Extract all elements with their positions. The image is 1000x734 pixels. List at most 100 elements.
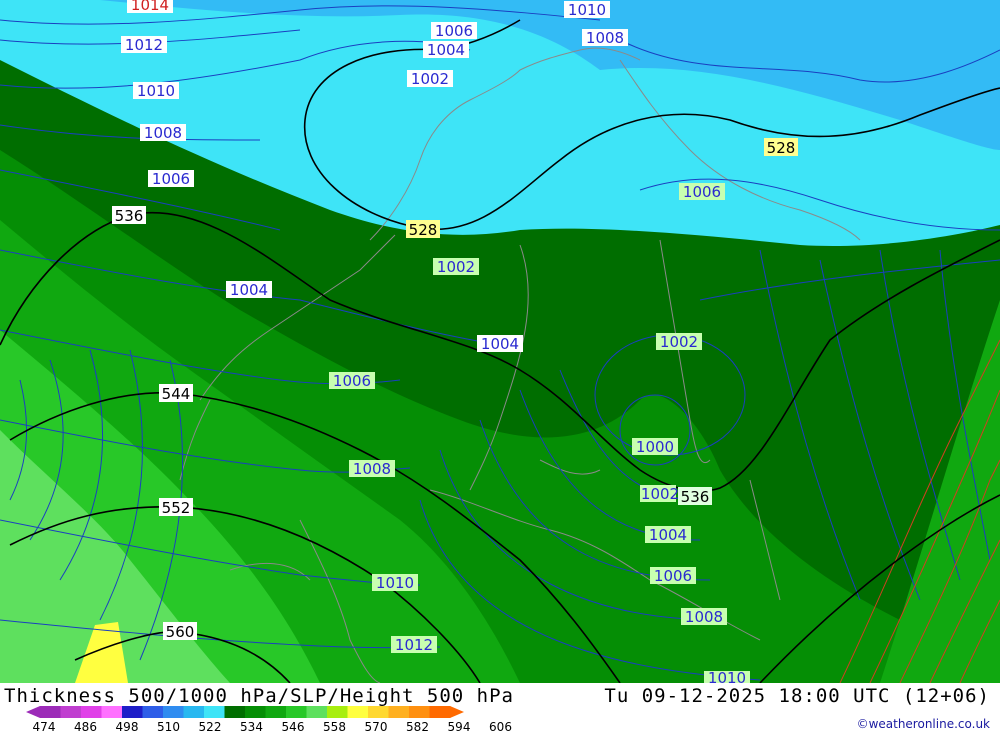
slp-label: 1010 (372, 574, 418, 592)
scale-tick-label: 486 (74, 720, 97, 734)
slp-label: 1002 (640, 485, 679, 503)
scale-arrow-right (450, 706, 464, 718)
svg-text:1012: 1012 (125, 36, 163, 54)
svg-text:1004: 1004 (230, 281, 268, 299)
scale-tick-label: 570 (364, 720, 388, 734)
scale-tick-label: 558 (323, 720, 346, 734)
slp-label: 1008 (681, 608, 727, 626)
slp-label: 1014 (127, 0, 173, 14)
scale-swatch (429, 706, 451, 718)
slp-label: 1004 (645, 526, 691, 544)
svg-text:1004: 1004 (649, 526, 687, 544)
svg-text:1006: 1006 (152, 170, 190, 188)
svg-text:1010: 1010 (708, 669, 746, 683)
svg-text:536: 536 (681, 488, 710, 506)
slp-label: 1008 (582, 29, 628, 47)
thickness-label-536a: 536 (112, 206, 146, 225)
scale-swatch (388, 706, 410, 718)
svg-text:1008: 1008 (144, 124, 182, 142)
scale-swatch (81, 706, 102, 718)
svg-text:1004: 1004 (481, 335, 519, 353)
svg-text:1010: 1010 (376, 574, 414, 592)
svg-text:1002: 1002 (660, 333, 698, 351)
svg-text:1008: 1008 (353, 460, 391, 478)
slp-label: 1002 (656, 333, 702, 351)
scale-swatch (101, 706, 123, 718)
scale-tick-label: 534 (240, 720, 263, 734)
slp-label: 1000 (632, 438, 678, 456)
scale-swatch (368, 706, 389, 718)
svg-text:528: 528 (409, 221, 438, 239)
scale-swatch (163, 706, 184, 718)
svg-text:560: 560 (166, 623, 195, 641)
svg-text:1002: 1002 (411, 70, 449, 88)
scale-swatch (286, 706, 307, 718)
slp-label: 1004 (477, 335, 523, 353)
slp-label: 1006 (329, 372, 375, 390)
scale-swatch (122, 706, 143, 718)
slp-label: 1002 (433, 258, 479, 276)
slp-label: 1006 (148, 170, 194, 188)
scale-tick-label: 498 (115, 720, 139, 734)
svg-text:1008: 1008 (586, 29, 624, 47)
svg-text:1000: 1000 (636, 438, 674, 456)
footer: Thickness 500/1000 hPa/SLP/Height 500 hP… (0, 683, 1000, 734)
slp-label: 1010 (564, 1, 610, 19)
scale-swatch (142, 706, 164, 718)
thickness-label-544: 544 (159, 384, 193, 403)
scale-arrow-left (26, 706, 40, 718)
slp-label: 1004 (226, 281, 272, 299)
scale-swatch (224, 706, 246, 718)
svg-text:1006: 1006 (333, 372, 371, 390)
credit-link[interactable]: ©weatheronline.co.uk (857, 717, 990, 731)
slp-label: 1006 (679, 183, 725, 201)
scale-swatch (245, 706, 266, 718)
svg-text:552: 552 (162, 499, 191, 517)
svg-text:1008: 1008 (685, 608, 723, 626)
scale-tick-label: 510 (157, 720, 180, 734)
svg-text:528: 528 (767, 139, 796, 157)
scale-tick-label: 522 (198, 720, 222, 734)
svg-text:1002: 1002 (641, 485, 679, 503)
slp-label: 1002 (407, 70, 453, 88)
slp-label: 1012 (391, 636, 437, 654)
scale-swatch (204, 706, 225, 718)
thickness-label-528a: 528 (406, 220, 440, 239)
scale-tick-label: 546 (281, 720, 305, 734)
scale-swatch (265, 706, 287, 718)
scale-swatch (183, 706, 205, 718)
map-title: Thickness 500/1000 hPa/SLP/Height 500 hP… (4, 685, 514, 707)
thickness-label-560: 560 (163, 622, 197, 641)
scale-tick-label: 474 (32, 720, 56, 734)
svg-text:1006: 1006 (654, 567, 692, 585)
svg-text:1010: 1010 (568, 1, 606, 19)
svg-text:544: 544 (162, 385, 191, 403)
svg-text:1006: 1006 (435, 22, 473, 40)
svg-text:536: 536 (115, 207, 144, 225)
svg-text:1004: 1004 (427, 41, 465, 59)
slp-label: 1010 (704, 669, 750, 683)
svg-text:1012: 1012 (395, 636, 433, 654)
slp-label: 1008 (349, 460, 395, 478)
slp-label: 1012 (121, 36, 167, 54)
scale-tick-label: 582 (406, 720, 429, 734)
slp-label: 1008 (140, 124, 186, 142)
scale-swatch (306, 706, 328, 718)
thickness-label-536b: 536 (678, 487, 712, 506)
svg-text:1006: 1006 (683, 183, 721, 201)
slp-label: 1004 (423, 41, 469, 59)
scale-swatch (60, 706, 82, 718)
svg-text:1010: 1010 (137, 82, 175, 100)
scale-swatch (40, 706, 61, 718)
slp-label: 1010 (133, 82, 179, 100)
scale-tick-label: 606 (489, 720, 512, 734)
scale-swatch (347, 706, 369, 718)
slp-label: 1006 (650, 567, 696, 585)
color-scale-labels: 474 486 498 510 522 534 546 558 570 582 594 606 (0, 720, 520, 734)
scale-tick-label: 594 (447, 720, 471, 734)
svg-text:1014: 1014 (131, 0, 169, 14)
svg-text:1002: 1002 (437, 258, 475, 276)
thickness-label-552: 552 (159, 498, 193, 517)
map-timestamp: Tu 09-12-2025 18:00 UTC (12+06) (604, 685, 990, 707)
weather-map: 528 528 536 536 544 552 560 1014 1012 10… (0, 0, 1000, 683)
